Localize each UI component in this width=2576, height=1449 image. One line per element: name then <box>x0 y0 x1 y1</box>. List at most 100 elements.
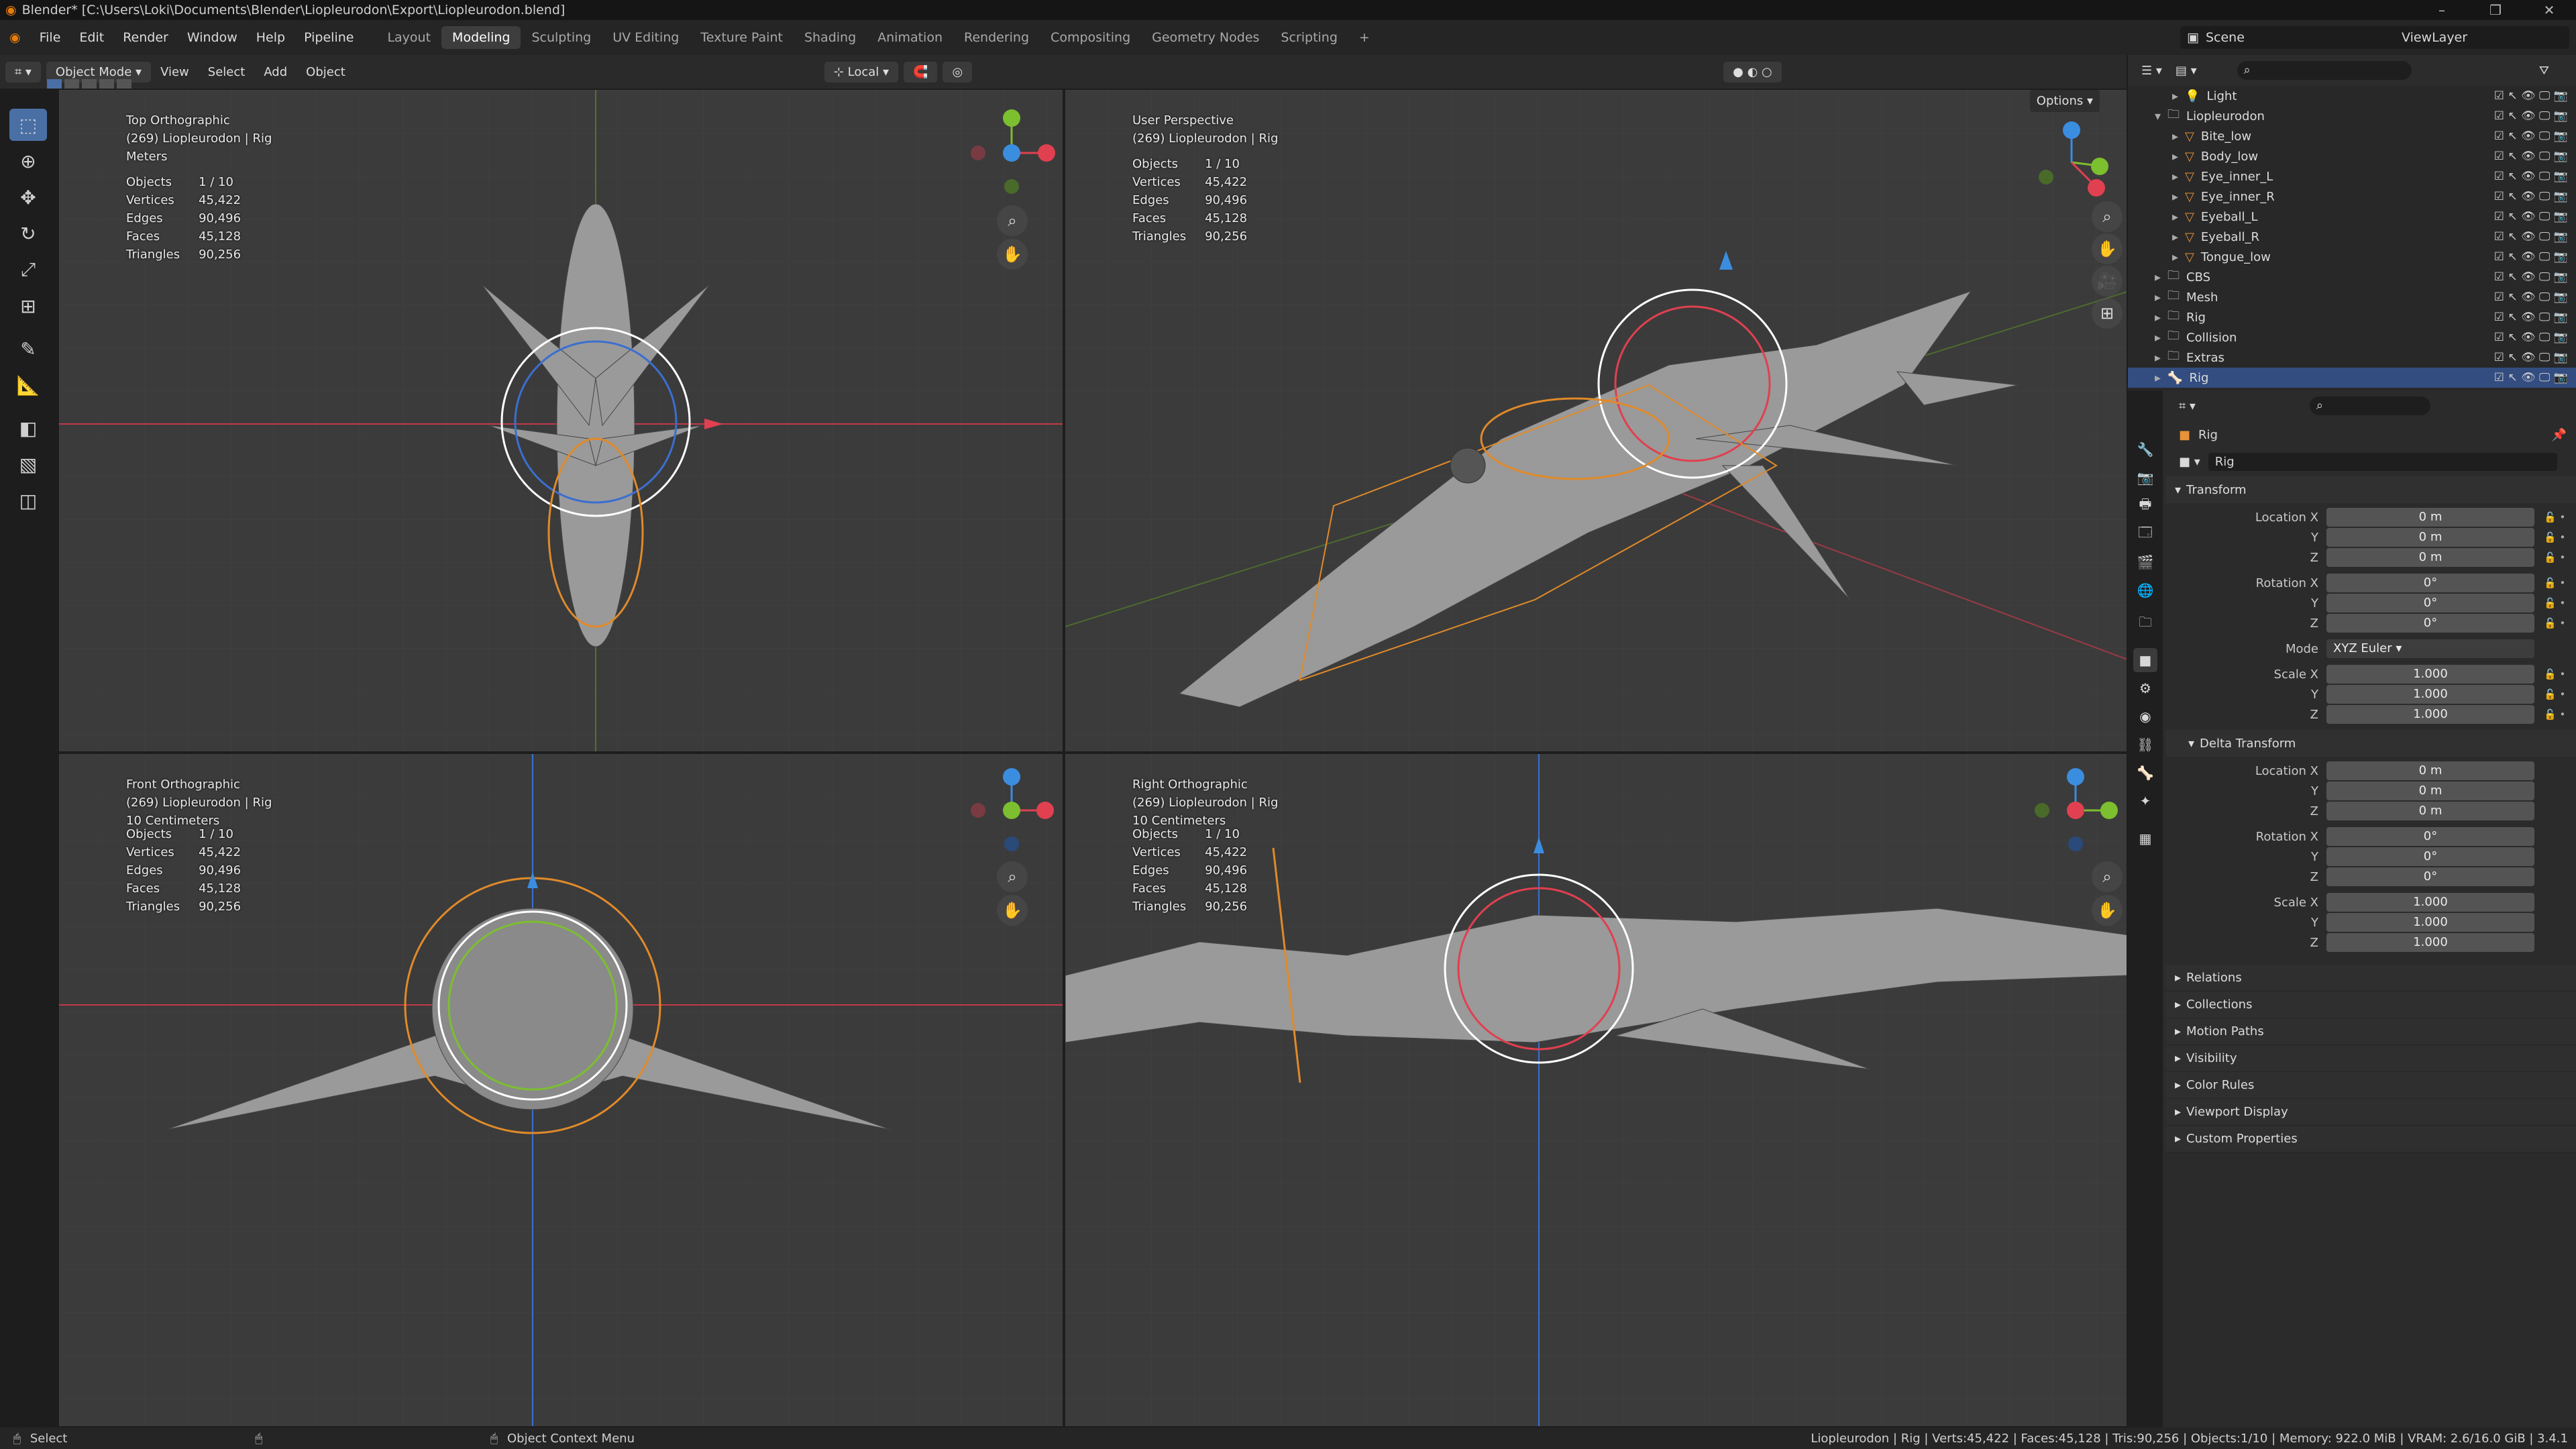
lock-icon[interactable]: 🔓 • <box>2544 531 2565 543</box>
outliner-item[interactable]: ▸ ▽ Eye_inner_R ☑ ↖ 👁 🖵 📷 <box>2128 186 2576 207</box>
pin-icon[interactable]: 📌 <box>2552 428 2567 442</box>
zoom-icon[interactable]: ⌕ <box>2092 861 2123 892</box>
menu-pipeline[interactable]: Pipeline <box>294 30 363 45</box>
tab-sculpting[interactable]: Sculpting <box>521 26 602 49</box>
object-name-field[interactable]: Rig <box>2208 452 2557 471</box>
lock-icon[interactable]: 🔓 • <box>2544 617 2565 629</box>
visibility-toggles[interactable]: ☑ ↖ 👁 🖵 📷 <box>2494 109 2568 123</box>
visibility-toggles[interactable]: ☑ ↖ 👁 🖵 📷 <box>2494 230 2568 244</box>
measure-tool-icon[interactable]: 📐 <box>9 369 47 401</box>
rotate-tool-icon[interactable]: ↻ <box>9 217 47 250</box>
lock-icon[interactable]: 🔓 • <box>2544 511 2565 523</box>
viewport-options-button[interactable]: Options ▾ <box>2029 90 2100 112</box>
viewport-right-ortho[interactable]: Right Orthographic (269) Liopleurodon | … <box>1064 753 2128 1428</box>
tab-texture-paint[interactable]: Texture Paint <box>690 26 794 49</box>
object-data-tab-icon[interactable]: 🦴 <box>2133 761 2157 785</box>
tab-uv-editing[interactable]: UV Editing <box>602 26 690 49</box>
lock-icon[interactable]: 🔓 • <box>2544 551 2565 564</box>
outliner-item[interactable]: ▸ 🗀 Extras ☑ ↖ 👁 🖵 📷 <box>2128 347 2576 368</box>
visibility-toggles[interactable]: ☑ ↖ 👁 🖵 📷 <box>2494 89 2568 103</box>
outliner-item[interactable]: ▸ ▽ Eyeball_R ☑ ↖ 👁 🖵 📷 <box>2128 227 2576 247</box>
visibility-toggles[interactable]: ☑ ↖ 👁 🖵 📷 <box>2494 351 2568 364</box>
visibility-toggles[interactable]: ☑ ↖ 👁 🖵 📷 <box>2494 331 2568 344</box>
zoom-icon[interactable]: ⌕ <box>997 861 1028 892</box>
tab-shading[interactable]: Shading <box>794 26 867 49</box>
add-cube-tool-icon[interactable]: ◧ <box>9 412 47 444</box>
custom-properties-panel-header[interactable]: ▸ Custom Properties <box>2165 1126 2576 1152</box>
relations-panel-header[interactable]: ▸ Relations <box>2165 965 2576 991</box>
output-tab-icon[interactable]: 🖶 <box>2133 494 2157 518</box>
expand-arrow-icon[interactable]: ▸ <box>2172 210 2178 224</box>
viewport-front-ortho[interactable]: Front Orthographic (269) Liopleurodon | … <box>58 753 1064 1428</box>
modifiers-tab-icon[interactable]: ⚙ <box>2133 676 2157 700</box>
outliner-item[interactable]: ▸ ▽ Tongue_low ☑ ↖ 👁 🖵 📷 <box>2128 247 2576 267</box>
pan-hand-icon[interactable]: ✋ <box>997 895 1028 926</box>
view-layer-tab-icon[interactable]: 🗔 <box>2133 522 2157 546</box>
visibility-toggles[interactable]: ☑ ↖ 👁 🖵 📷 <box>2494 250 2568 264</box>
transform-panel-header[interactable]: ▾ Transform <box>2165 476 2576 503</box>
visibility-toggles[interactable]: ☑ ↖ 👁 🖵 📷 <box>2494 210 2568 223</box>
navigation-gizmo[interactable] <box>965 763 1059 857</box>
collection-tab-icon[interactable]: 🗀 <box>2133 612 2157 636</box>
pan-hand-icon[interactable]: ✋ <box>997 239 1028 270</box>
rotation-mode-dropdown[interactable]: XYZ Euler ▾ <box>2326 639 2534 658</box>
tab-layout[interactable]: Layout <box>376 26 441 49</box>
outliner-item[interactable]: ▸ ▽ Body_low ☑ ↖ 👁 🖵 📷 <box>2128 146 2576 166</box>
custom-tool-icon[interactable]: ◫ <box>9 484 47 517</box>
lock-icon[interactable]: 🔓 • <box>2544 708 2565 720</box>
scale-z-field[interactable]: 1.000 <box>2326 705 2534 724</box>
expand-arrow-icon[interactable]: ▸ <box>2155 290 2161 305</box>
menu-add[interactable]: Add <box>254 65 297 79</box>
cursor-tool-icon[interactable]: ⊕ <box>9 145 47 177</box>
filter-icon[interactable]: ⛛ <box>2539 64 2549 78</box>
expand-arrow-icon[interactable]: ▸ <box>2172 230 2178 244</box>
menu-window[interactable]: Window <box>178 30 247 45</box>
bone-tab-icon[interactable]: ✦ <box>2133 789 2157 813</box>
lock-icon[interactable]: 🔓 • <box>2544 577 2565 589</box>
outliner-item[interactable]: ▾ 🗀 Liopleurodon ☑ ↖ 👁 🖵 📷 <box>2128 106 2576 126</box>
scale-tool-icon[interactable]: ⤢ <box>9 254 47 286</box>
properties-search-field[interactable]: ⌕ <box>2309 396 2430 415</box>
expand-arrow-icon[interactable]: ▸ <box>2172 190 2178 204</box>
expand-arrow-icon[interactable]: ▸ <box>2172 89 2178 103</box>
pan-hand-icon[interactable]: ✋ <box>2092 895 2123 926</box>
collections-panel-header[interactable]: ▸ Collections <box>2165 991 2576 1018</box>
delta-location-x-field[interactable]: 0 m <box>2326 761 2534 780</box>
world-tab-icon[interactable]: 🌐 <box>2133 578 2157 602</box>
blender-menu-icon[interactable]: ◉ <box>0 30 30 45</box>
snap-toggle[interactable]: 🧲 <box>904 61 938 83</box>
visibility-toggles[interactable]: ☑ ↖ 👁 🖵 📷 <box>2494 190 2568 203</box>
visibility-toggles[interactable]: ☑ ↖ 👁 🖵 📷 <box>2494 371 2568 384</box>
menu-help[interactable]: Help <box>247 30 294 45</box>
zoom-icon[interactable]: ⌕ <box>997 205 1028 236</box>
tab-animation[interactable]: Animation <box>867 26 953 49</box>
outliner-item[interactable]: ▸ ▽ Eye_inner_L ☑ ↖ 👁 🖵 📷 <box>2128 166 2576 186</box>
add-plane-tool-icon[interactable]: ▧ <box>9 448 47 480</box>
outliner-item[interactable]: ▸ 🗀 Collision ☑ ↖ 👁 🖵 📷 <box>2128 327 2576 347</box>
menu-object[interactable]: Object <box>297 65 355 79</box>
viewport-top-ortho[interactable]: Top Orthographic (269) Liopleurodon | Ri… <box>58 89 1064 753</box>
properties-editor-icon[interactable]: ⌗ ▾ <box>2179 399 2196 413</box>
select-box-tool-icon[interactable]: ⬚ <box>9 109 47 141</box>
outliner-item[interactable]: ▸ 🗀 CBS ☑ ↖ 👁 🖵 📷 <box>2128 267 2576 287</box>
viewport-user-perspective[interactable]: User Perspective (269) Liopleurodon | Ri… <box>1064 89 2128 753</box>
delta-rotation-x-field[interactable]: 0° <box>2326 827 2534 846</box>
proportional-edit-toggle[interactable]: ◎ <box>943 61 973 83</box>
outliner-item[interactable]: ▸ 🦴 Rig ☑ ↖ 👁 🖵 📷 <box>2128 368 2576 388</box>
visibility-toggles[interactable]: ☑ ↖ 👁 🖵 📷 <box>2494 270 2568 284</box>
tab-geometry-nodes[interactable]: Geometry Nodes <box>1141 26 1270 49</box>
delta-scale-z-field[interactable]: 1.000 <box>2326 933 2534 952</box>
expand-arrow-icon[interactable]: ▸ <box>2172 250 2178 264</box>
expand-arrow-icon[interactable]: ▸ <box>2172 170 2178 184</box>
rotation-z-field[interactable]: 0° <box>2326 614 2534 633</box>
minimize-button[interactable]: – <box>2415 0 2469 20</box>
menu-edit[interactable]: Edit <box>70 30 113 45</box>
pan-hand-icon[interactable]: ✋ <box>2092 233 2123 264</box>
maximize-button[interactable]: ❐ <box>2469 0 2522 20</box>
lock-icon[interactable]: 🔓 • <box>2544 668 2565 680</box>
outliner-item[interactable]: ▸ 🗀 Mesh ☑ ↖ 👁 🖵 📷 <box>2128 287 2576 307</box>
visibility-toggles[interactable]: ☑ ↖ 👁 🖵 📷 <box>2494 170 2568 183</box>
annotate-tool-icon[interactable]: ✎ <box>9 333 47 365</box>
tab-rendering[interactable]: Rendering <box>953 26 1040 49</box>
render-tab-icon[interactable]: 📷 <box>2133 466 2157 490</box>
